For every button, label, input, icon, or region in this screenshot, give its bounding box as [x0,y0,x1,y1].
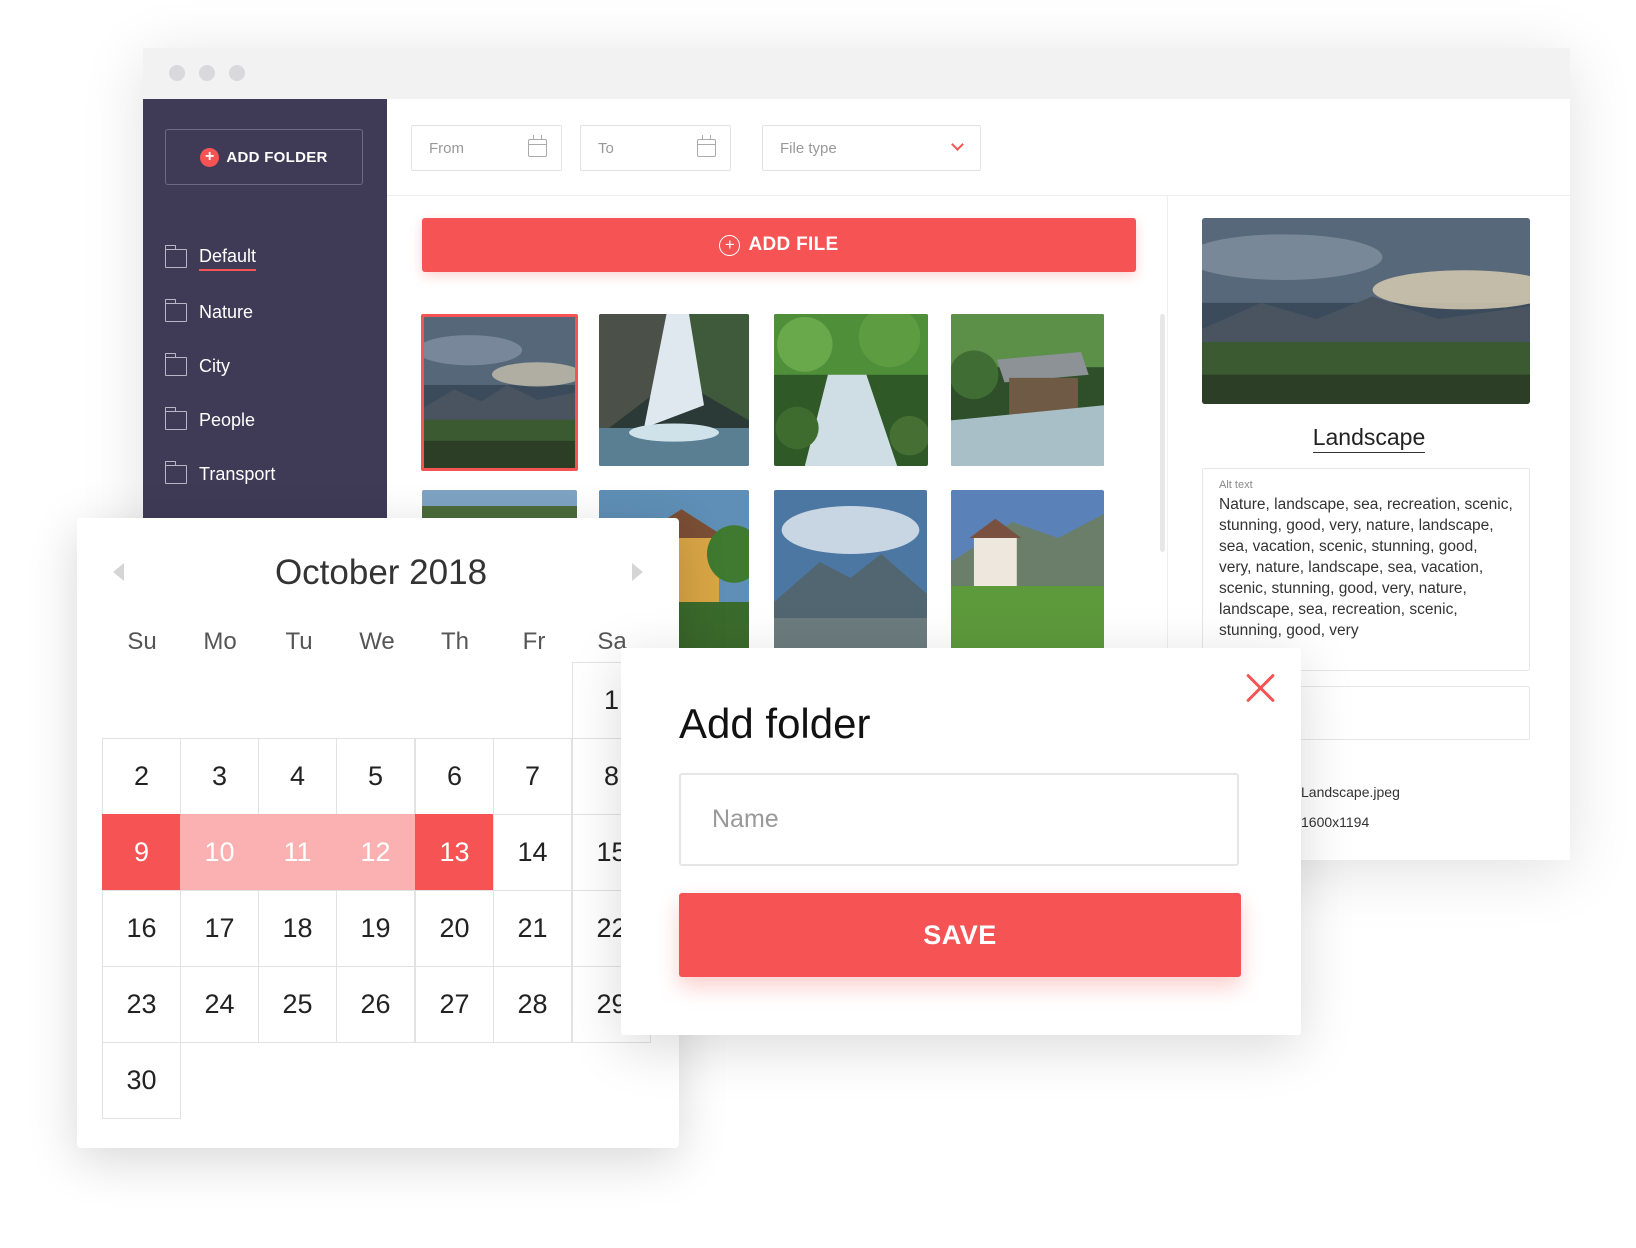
calendar-icon[interactable] [697,135,716,157]
weekday-label: Su [127,628,157,655]
folder-list: Default Nature City People Transport [164,231,375,501]
calendar-day[interactable]: 26 [336,966,415,1043]
thumbnail-hill-castle[interactable] [951,490,1104,650]
alt-text-label: Alt text [1219,479,1253,491]
folder-icon [164,244,187,268]
add-folder-button[interactable]: + ADD FOLDER [165,129,363,185]
alt-text-value: Nature, landscape, sea, recreation, scen… [1219,496,1513,639]
gallery-scrollbar[interactable] [1160,314,1165,552]
plus-circle-outline-icon: + [719,234,741,256]
thumbnail-landscape[interactable] [421,314,578,471]
thumbnail-forest-stream[interactable] [774,314,928,466]
folder-icon [164,352,187,376]
calendar-day[interactable]: 27 [415,966,494,1043]
chevron-down-icon [951,138,964,151]
window-dot-minimize[interactable] [199,65,215,81]
calendar-day[interactable]: 4 [258,738,337,815]
calendar-day[interactable]: 3 [180,738,259,815]
sidebar-item-people[interactable]: People [164,393,375,447]
folder-name-input[interactable] [679,773,1239,866]
sidebar-item-label: City [199,355,230,376]
sidebar-item-label: Transport [199,463,276,484]
sidebar-item-default[interactable]: Default [164,231,375,285]
folder-icon [164,298,187,322]
calendar-day-range-end[interactable]: 13 [415,814,494,891]
folder-icon [164,460,187,484]
calendar-day[interactable]: 17 [180,890,259,967]
image-title[interactable]: Landscape [1168,424,1570,453]
date-to-input[interactable]: To [580,125,731,171]
calendar-day[interactable]: 24 [180,966,259,1043]
calendar-day-in-range[interactable]: 12 [336,814,415,891]
calendar-day[interactable]: 21 [493,890,572,967]
sidebar-item-label: People [199,409,256,430]
calendar-day[interactable]: 16 [102,890,181,967]
calendar-day[interactable]: 23 [102,966,181,1043]
filter-bar: From To File type [387,99,1570,196]
calendar-day[interactable]: 18 [258,890,337,967]
weekday-header: Su Mo Tu We Th Fr Sa [103,628,643,660]
plus-circle-icon: + [200,147,220,167]
calendar-day[interactable]: 20 [415,890,494,967]
calendar-day-range-start[interactable]: 9 [102,814,181,891]
arrow-right-icon[interactable] [632,563,643,581]
calendar-day-in-range[interactable]: 11 [258,814,337,891]
date-to-placeholder: To [598,139,614,157]
save-button[interactable]: SAVE [679,893,1241,977]
sidebar-item-city[interactable]: City [164,339,375,393]
window-dot-close[interactable] [169,65,185,81]
image-preview [1202,218,1530,404]
window-dot-maximize[interactable] [229,65,245,81]
calendar-day[interactable]: 5 [336,738,415,815]
folder-icon [164,406,187,430]
weekday-label: We [359,628,395,655]
thumbnail-waterfall[interactable] [599,314,749,466]
file-type-select[interactable]: File type [762,125,981,171]
date-from-input[interactable]: From [411,125,562,171]
modal-title: Add folder [679,700,871,747]
weekday-label: Tu [285,628,313,655]
calendar-day[interactable]: 6 [415,738,494,815]
calendar-icon[interactable] [528,135,547,157]
add-file-label: ADD FILE [748,234,839,255]
alt-text-field[interactable]: Alt text Nature, landscape, sea, recreat… [1202,468,1530,671]
calendar-day[interactable]: 2 [102,738,181,815]
calendar-day[interactable]: 25 [258,966,337,1043]
calendar-day[interactable]: 7 [493,738,572,815]
image-title-text: Landscape [1312,424,1426,453]
date-from-placeholder: From [429,139,464,157]
sidebar-item-transport[interactable]: Transport [164,447,375,501]
sidebar-item-nature[interactable]: Nature [164,285,375,339]
file-dimensions: 1600x1194 [1301,814,1370,830]
add-folder-label: ADD FOLDER [226,148,328,166]
weekday-label: Fr [522,628,546,655]
sidebar-item-label: Default [199,246,257,271]
calendar-day[interactable]: 19 [336,890,415,967]
file-type-placeholder: File type [780,139,837,157]
weekday-label: Th [440,628,469,655]
file-name: Landscape.jpeg [1301,784,1400,800]
thumbnail-city-valley[interactable] [774,490,927,650]
close-icon[interactable] [1243,671,1277,705]
sidebar-item-label: Nature [199,301,254,322]
calendar-month-title: October 2018 [274,553,488,592]
calendar-day[interactable]: 28 [493,966,572,1043]
add-file-button[interactable]: + ADD FILE [422,218,1136,272]
window-titlebar [143,48,1570,99]
calendar-day-in-range[interactable]: 10 [180,814,259,891]
calendar-popup: October 2018 Su Mo Tu We Th Fr Sa 1 2 3 … [77,518,679,1148]
weekday-label: Mo [203,628,237,655]
add-folder-modal: Add folder SAVE [621,648,1301,1035]
thumbnail-mill-house[interactable] [951,314,1104,466]
calendar-day[interactable]: 30 [102,1042,181,1119]
calendar-day[interactable]: 14 [493,814,572,891]
